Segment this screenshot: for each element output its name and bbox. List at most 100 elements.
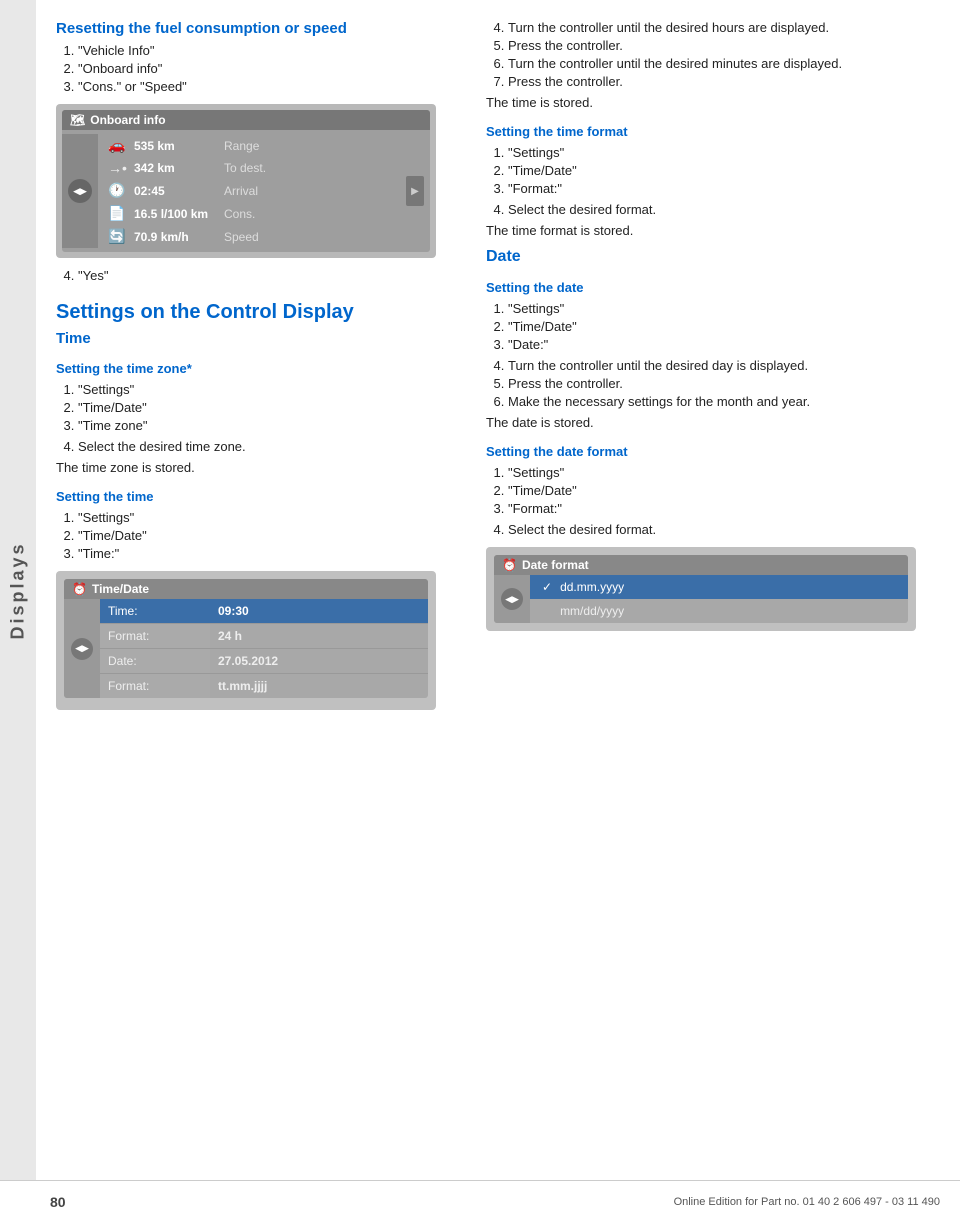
list-item: "Time/Date" <box>78 400 466 415</box>
row-value: 02:45 <box>134 184 224 198</box>
list-item: "Time/Date" <box>78 528 466 543</box>
list-item: Make the necessary settings for the mont… <box>508 394 930 409</box>
list-item: "Settings" <box>508 301 930 316</box>
list-item: "Settings" <box>78 382 466 397</box>
timedate-row-date: Date: 27.05.2012 <box>100 649 428 674</box>
setdate-steps: "Settings" "Time/Date" "Date:" <box>508 301 930 352</box>
list-item: "Settings" <box>508 145 930 160</box>
date-section: Date Setting the date "Settings" "Time/D… <box>486 248 930 631</box>
timeformat-heading: Setting the time format <box>486 124 930 139</box>
onboard-inner: 🗺 Onboard info ◀▶ 🚗 535 km Range <box>62 110 430 252</box>
settime-extra-steps: Turn the controller until the desired ho… <box>508 20 930 89</box>
timedate-label-time: Time: <box>100 599 210 623</box>
dateformat-screenshot: ⏰ Date format ◀▶ ✓ dd.mm.yyyy <box>486 547 916 631</box>
list-item: "Format:" <box>508 181 930 196</box>
row-icon: →• <box>108 160 134 176</box>
timezone-steps: "Settings" "Time/Date" "Time zone" <box>78 382 466 433</box>
dateformat-step4-list: Select the desired format. <box>508 522 930 537</box>
list-item: Press the controller. <box>508 376 930 391</box>
row-icon: 📄 <box>108 205 134 222</box>
table-row: 🔄 70.9 km/h Speed <box>102 225 396 248</box>
timezone-step4-list: Select the desired time zone. <box>78 439 466 454</box>
timedate-rows: Time: 09:30 Format: 24 h Date: 27.05.201… <box>100 599 428 698</box>
list-item: "Settings" <box>78 510 466 525</box>
list-item: Press the controller. <box>508 74 930 89</box>
time-main-heading: Time <box>56 330 466 347</box>
row-icon: 🚗 <box>108 137 134 154</box>
setdate-extra-steps: Turn the controller until the desired da… <box>508 358 930 409</box>
fuel-reset-section: Resetting the fuel consumption or speed … <box>56 20 466 283</box>
time-stored: The time is stored. <box>486 95 930 110</box>
onboard-right-btn: ▶ <box>400 134 430 248</box>
dateformat-option-label-2: mm/dd/yyyy <box>560 604 624 618</box>
footer-text: Online Edition for Part no. 01 40 2 606 … <box>674 1196 940 1208</box>
timezone-heading: Setting the time zone* <box>56 361 466 376</box>
row-icon: 🔄 <box>108 228 134 245</box>
list-item: Press the controller. <box>508 38 930 53</box>
timedate-row-format: Format: 24 h <box>100 624 428 649</box>
row-value: 16.5 l/100 km <box>134 207 224 221</box>
timedate-title-icon: ⏰ <box>72 582 87 596</box>
row-label: Arrival <box>224 184 258 198</box>
setdate-heading: Setting the date <box>486 280 930 295</box>
dateformat-nav: ◀▶ <box>494 575 530 623</box>
table-row: 🕐 02:45 Arrival <box>102 179 396 202</box>
list-item: "Time/Date" <box>508 163 930 178</box>
nav-circle: ◀▶ <box>68 179 92 203</box>
timeformat-stored: The time format is stored. <box>486 223 930 238</box>
settime-additional-steps: Turn the controller until the desired ho… <box>486 20 930 110</box>
list-item: Select the desired time zone. <box>78 439 466 454</box>
timedate-value-dateformat: tt.mm.jjjj <box>210 674 428 698</box>
row-icon: 🕐 <box>108 182 134 199</box>
list-item: "Cons." or "Speed" <box>78 79 466 94</box>
dateformat-options: ✓ dd.mm.yyyy ✓ mm/dd/yyyy <box>530 575 908 623</box>
onboard-titlebar: 🗺 Onboard info <box>62 110 430 130</box>
onboard-title-icon: 🗺 <box>70 113 85 127</box>
dateformat-steps: "Settings" "Time/Date" "Format:" <box>508 465 930 516</box>
onboard-data-rows: 🚗 535 km Range →• 342 km To dest. 🕐 <box>98 134 400 248</box>
timedate-title-text: Time/Date <box>92 582 149 596</box>
row-label: To dest. <box>224 161 266 175</box>
timedate-value-format: 24 h <box>210 624 428 648</box>
list-item: "Time:" <box>78 546 466 561</box>
dateformat-inner: ⏰ Date format ◀▶ ✓ dd.mm.yyyy <box>494 555 908 623</box>
list-item: "Format:" <box>508 501 930 516</box>
list-item: Turn the controller until the desired ho… <box>508 20 930 35</box>
date-stored: The date is stored. <box>486 415 930 430</box>
onboard-title-text: Onboard info <box>90 113 165 127</box>
main-content: Resetting the fuel consumption or speed … <box>36 0 960 740</box>
row-value: 70.9 km/h <box>134 230 224 244</box>
left-column: Resetting the fuel consumption or speed … <box>56 20 466 720</box>
table-row: 📄 16.5 l/100 km Cons. <box>102 202 396 225</box>
list-item: "Time zone" <box>78 418 466 433</box>
sidebar-label: Displays <box>8 541 29 639</box>
dateformat-heading: Setting the date format <box>486 444 930 459</box>
timeformat-steps: "Settings" "Time/Date" "Format:" <box>508 145 930 196</box>
list-item: "Time/Date" <box>508 319 930 334</box>
timedate-label-dateformat: Format: <box>100 674 210 698</box>
sidebar-tab: Displays <box>0 0 36 1180</box>
timezone-stored: The time zone is stored. <box>56 460 466 475</box>
row-label: Speed <box>224 230 259 244</box>
dateformat-title-text: Date format <box>522 558 589 572</box>
right-column: Turn the controller until the desired ho… <box>486 20 930 720</box>
dateformat-option-1: ✓ dd.mm.yyyy <box>530 575 908 599</box>
dateformat-title-icon: ⏰ <box>502 558 517 572</box>
timedate-label-format: Format: <box>100 624 210 648</box>
onboard-body: ◀▶ 🚗 535 km Range →• 342 km To d <box>62 130 430 252</box>
list-item: Turn the controller until the desired mi… <box>508 56 930 71</box>
onboard-screenshot: 🗺 Onboard info ◀▶ 🚗 535 km Range <box>56 104 436 258</box>
timedate-inner: ⏰ Time/Date ◀▶ Time: 09:30 <box>64 579 428 698</box>
table-row: 🚗 535 km Range <box>102 134 396 157</box>
dateformat-title: ⏰ Date format <box>494 555 908 575</box>
settings-section: Settings on the Control Display Time Set… <box>56 301 466 710</box>
settime-steps: "Settings" "Time/Date" "Time:" <box>78 510 466 561</box>
list-item: "Time/Date" <box>508 483 930 498</box>
row-value: 342 km <box>134 161 224 175</box>
footer: 80 Online Edition for Part no. 01 40 2 6… <box>0 1180 960 1222</box>
timeformat-step4-list: Select the desired format. <box>508 202 930 217</box>
dateformat-body: ◀▶ ✓ dd.mm.yyyy ✓ mm/dd/yyyy <box>494 575 908 623</box>
timedate-row-time: Time: 09:30 <box>100 599 428 624</box>
fuel-reset-step4-list: "Yes" <box>78 268 466 283</box>
settings-heading: Settings on the Control Display <box>56 301 466 324</box>
